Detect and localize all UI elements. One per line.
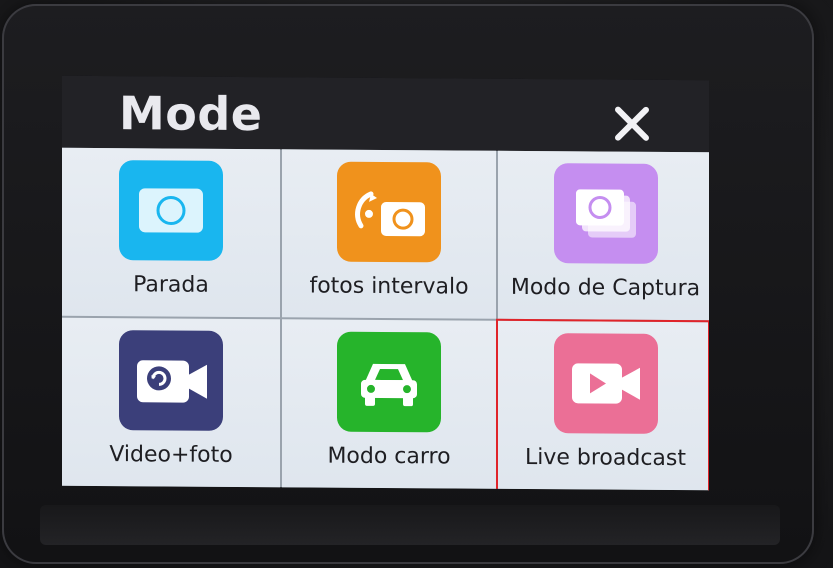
mode-label-parada: Parada xyxy=(133,272,209,298)
mode-tile-parada[interactable]: Parada xyxy=(62,147,280,318)
mode-tile-modo-de-captura[interactable]: Modo de Captura xyxy=(498,150,709,321)
mode-tile-video-foto[interactable]: Video+foto xyxy=(62,317,280,490)
burst-capture-icon xyxy=(553,163,658,264)
close-icon[interactable] xyxy=(610,102,654,146)
photo-scene: Mode Parada fotos intervalo Modo de Capt… xyxy=(0,0,833,568)
mode-label-video-foto: Video+foto xyxy=(109,442,233,468)
mode-label-live-broadcast: Live broadcast xyxy=(524,444,686,472)
mode-header: Mode xyxy=(62,75,709,153)
live-video-icon xyxy=(553,333,658,434)
interval-photo-icon xyxy=(337,161,441,263)
mode-label-modo-carro: Modo carro xyxy=(327,443,451,470)
mode-tile-live-broadcast[interactable]: Live broadcast xyxy=(498,320,709,491)
mode-label-fotos-intervalo: fotos intervalo xyxy=(309,273,469,300)
video-photo-icon xyxy=(119,330,223,431)
mode-tile-fotos-intervalo[interactable]: fotos intervalo xyxy=(282,149,496,319)
mode-tile-modo-carro[interactable]: Modo carro xyxy=(282,319,496,491)
mode-grid: Parada fotos intervalo Modo de Captura V… xyxy=(62,147,709,491)
camera-lower-bezel xyxy=(40,505,780,545)
camera-screen: Mode Parada fotos intervalo Modo de Capt… xyxy=(62,75,709,491)
car-icon xyxy=(337,331,441,433)
mode-label-modo-de-captura: Modo de Captura xyxy=(510,274,701,302)
page-title: Mode xyxy=(119,86,263,142)
photo-camera-icon xyxy=(119,160,223,261)
